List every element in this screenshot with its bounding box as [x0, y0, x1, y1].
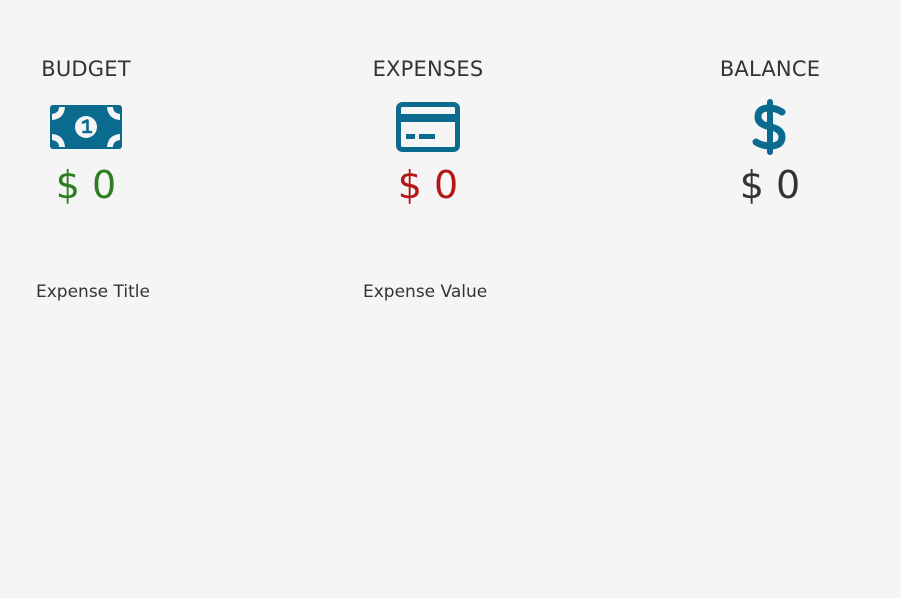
expenses-currency: $ [397, 163, 422, 207]
expenses-card: EXPENSES $ 0 [328, 55, 528, 209]
budget-amount: $ 0 [0, 161, 186, 209]
expense-title-column-header: Expense Title [36, 282, 150, 302]
balance-title: BALANCE [719, 57, 821, 81]
budget-currency: $ [55, 163, 80, 207]
budget-card: BUDGET $ 0 [0, 55, 186, 209]
expenses-value: 0 [434, 163, 459, 207]
balance-value: 0 [776, 163, 801, 207]
money-bill-icon [0, 101, 186, 153]
budget-title: BUDGET [41, 57, 131, 81]
balance-currency: $ [739, 163, 764, 207]
dollar-sign-icon [670, 99, 870, 155]
expenses-title: EXPENSES [372, 57, 484, 81]
credit-card-icon [328, 101, 528, 153]
budget-value: 0 [92, 163, 117, 207]
balance-amount: $ 0 [670, 161, 870, 209]
expense-value-column-header: Expense Value [363, 282, 488, 302]
budget-app: BUDGET $ 0 EXPENSES $ 0 BALANCE $ 0 Expe… [0, 0, 901, 598]
expenses-amount: $ 0 [328, 161, 528, 209]
balance-card: BALANCE $ 0 [670, 55, 870, 209]
